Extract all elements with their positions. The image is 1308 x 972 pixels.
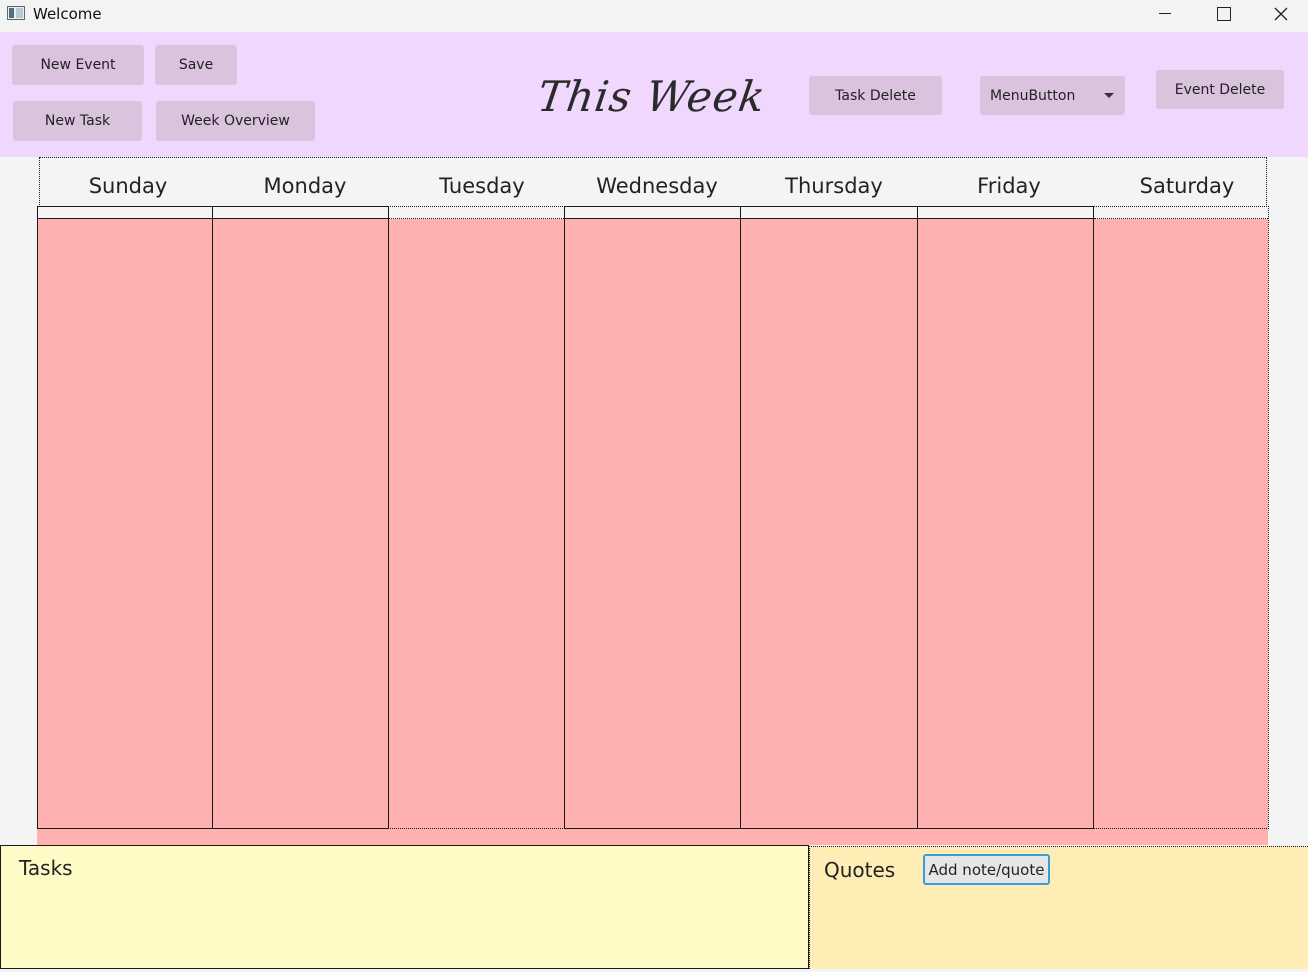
week-overview-button[interactable]: Week Overview xyxy=(156,101,315,141)
header-toolbar: New Event Save New Task Week Overview Th… xyxy=(0,32,1308,157)
day-label-sunday: Sunday xyxy=(88,174,168,198)
day-label-wednesday: Wednesday xyxy=(596,174,718,198)
day-label-friday: Friday xyxy=(977,174,1041,198)
task-delete-button[interactable]: Task Delete xyxy=(809,76,942,115)
minimize-icon[interactable] xyxy=(1136,0,1194,31)
title-bar: Welcome xyxy=(0,0,1308,31)
close-icon[interactable] xyxy=(1252,0,1308,31)
maximize-icon[interactable] xyxy=(1194,0,1252,31)
menu-button[interactable]: MenuButton xyxy=(980,76,1125,115)
app-icon xyxy=(7,6,25,20)
new-event-button[interactable]: New Event xyxy=(12,45,144,85)
quotes-label: Quotes xyxy=(824,858,896,882)
tasks-label: Tasks xyxy=(19,856,73,880)
event-delete-button[interactable]: Event Delete xyxy=(1156,70,1284,109)
page-title: This Week xyxy=(534,72,769,121)
day-column-friday[interactable] xyxy=(917,206,1094,829)
day-label-thursday: Thursday xyxy=(785,174,883,198)
day-label-tuesday: Tuesday xyxy=(439,174,525,198)
window-title: Welcome xyxy=(33,5,102,23)
quotes-panel: Quotes Add note/quote xyxy=(809,846,1308,969)
day-column-thursday[interactable] xyxy=(740,206,918,829)
menu-button-label: MenuButton xyxy=(990,87,1076,104)
day-column-tuesday[interactable] xyxy=(388,206,565,829)
day-column-wednesday[interactable] xyxy=(564,206,741,829)
tasks-panel[interactable]: Tasks xyxy=(0,845,809,969)
day-label-monday: Monday xyxy=(263,174,347,198)
add-note-button[interactable]: Add note/quote xyxy=(923,854,1050,885)
day-label-saturday: Saturday xyxy=(1139,174,1235,198)
day-column-sunday[interactable] xyxy=(37,206,213,829)
day-column-monday[interactable] xyxy=(212,206,389,829)
day-column-saturday[interactable] xyxy=(1093,206,1269,829)
chevron-down-icon xyxy=(1104,93,1114,98)
new-task-button[interactable]: New Task xyxy=(13,101,142,141)
save-button[interactable]: Save xyxy=(155,45,237,85)
